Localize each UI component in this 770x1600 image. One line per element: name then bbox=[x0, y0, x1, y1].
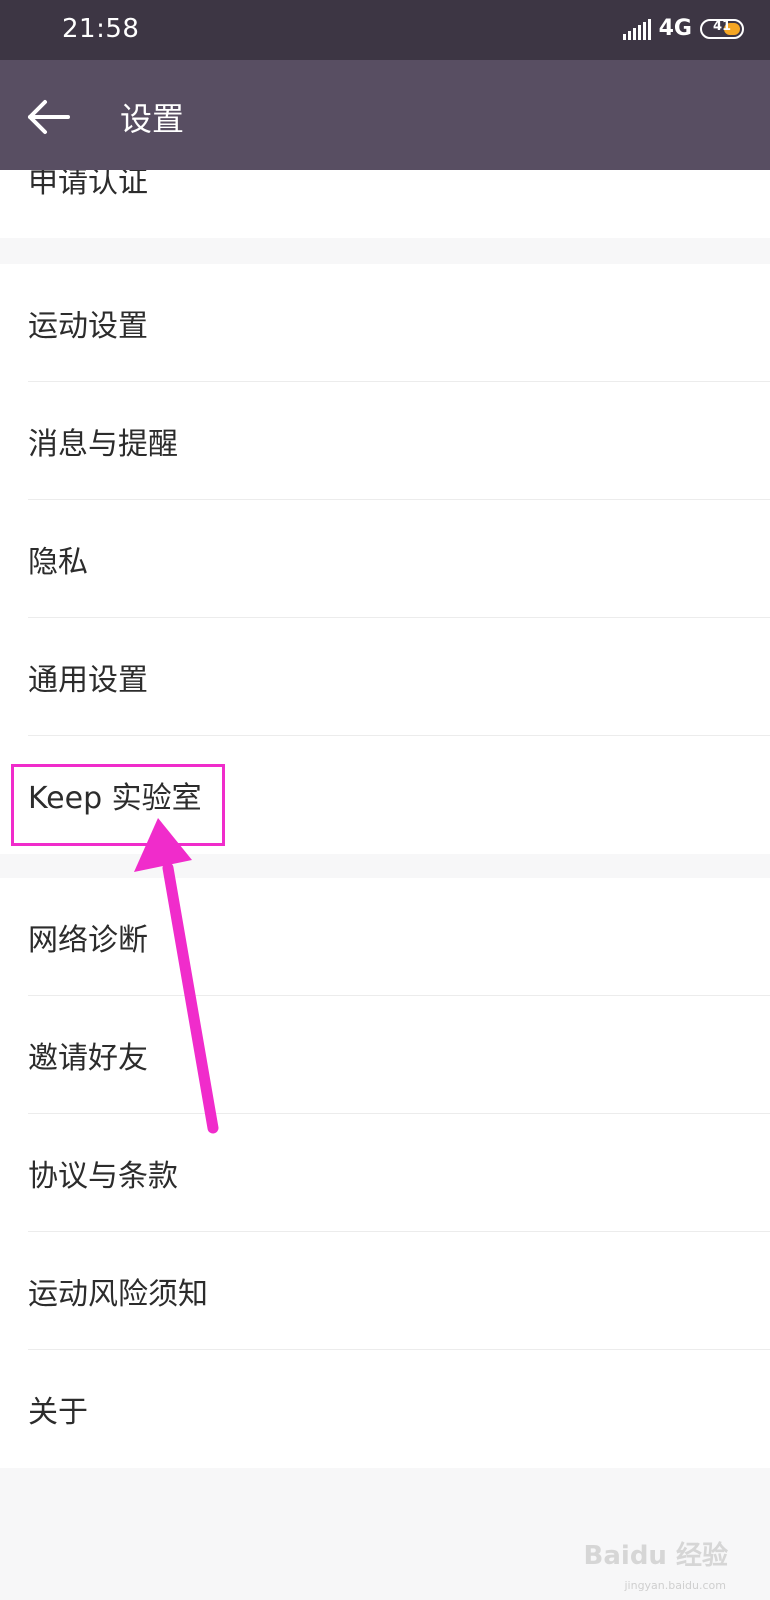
annotation-arrow bbox=[134, 818, 219, 1134]
